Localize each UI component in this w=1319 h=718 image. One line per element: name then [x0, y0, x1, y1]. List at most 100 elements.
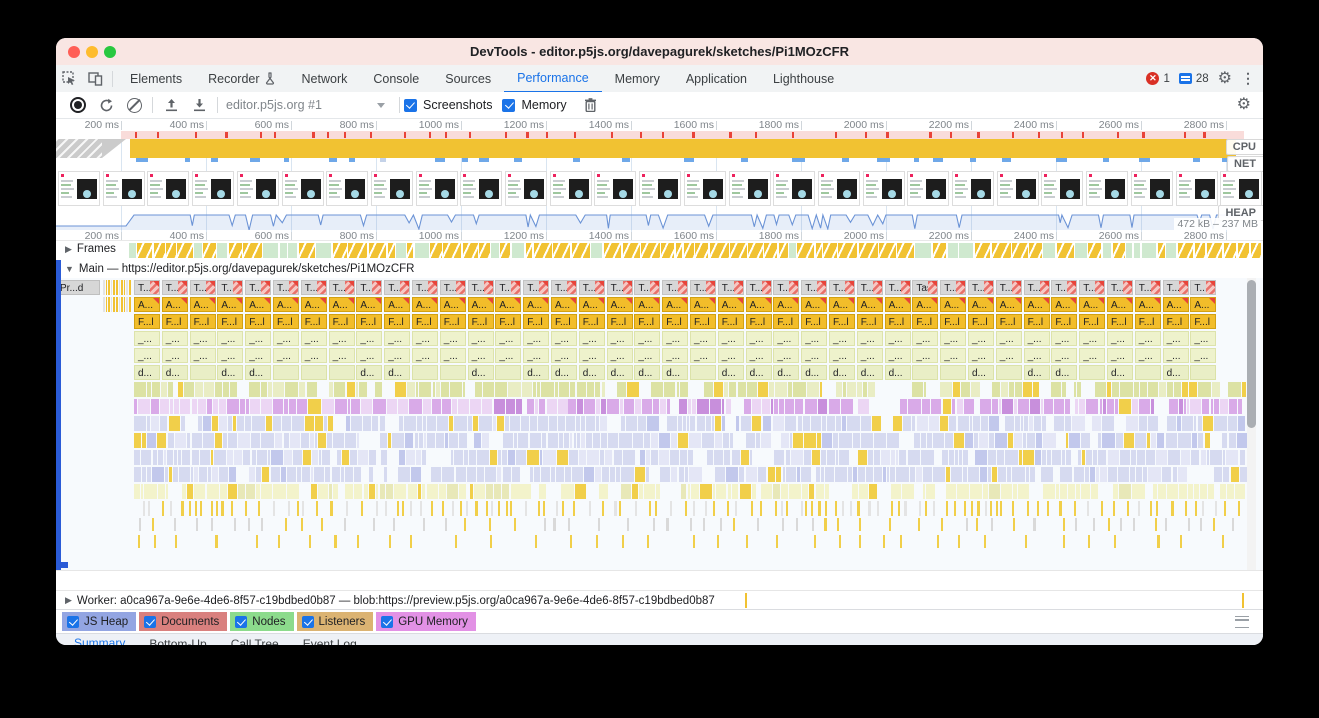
system-call-bar[interactable]	[923, 467, 932, 482]
anonymous-function-bar[interactable]: _...	[1051, 348, 1077, 363]
anonymous-function-bar[interactable]: _...	[1079, 348, 1105, 363]
system-call-bar[interactable]	[821, 467, 824, 482]
system-call-bar[interactable]	[1092, 416, 1101, 431]
system-call-bar[interactable]	[660, 467, 670, 482]
frame-bar-partial[interactable]	[333, 243, 347, 258]
system-call-bar[interactable]	[380, 433, 387, 448]
rasterize-paint-bar[interactable]	[688, 399, 690, 414]
system-call-bar[interactable]	[752, 416, 761, 431]
system-call-bar[interactable]	[912, 416, 916, 431]
capture-settings-gear-icon[interactable]: ⚙	[1237, 97, 1251, 113]
anonymous-function-bar[interactable]: _...	[356, 348, 382, 363]
anonymous-function-bar[interactable]: _...	[329, 348, 355, 363]
system-call-bar[interactable]	[974, 433, 977, 448]
screenshot-thumbnail[interactable]	[1041, 171, 1083, 206]
microtask-bar[interactable]	[824, 518, 826, 531]
anonymous-function-bar[interactable]: _...	[718, 348, 744, 363]
system-call-bar[interactable]	[600, 450, 604, 465]
network-request-bar[interactable]	[435, 158, 445, 162]
timer-fired-bar[interactable]	[926, 484, 935, 499]
system-call-bar[interactable]	[1214, 416, 1227, 431]
function-call-bar[interactable]: F...l	[885, 314, 911, 329]
microtask-bar[interactable]	[1188, 518, 1190, 531]
system-call-bar[interactable]	[1178, 433, 1191, 448]
js-call-bar[interactable]	[1212, 382, 1220, 397]
js-call-bar[interactable]	[1062, 382, 1066, 397]
system-call-bar[interactable]	[836, 450, 838, 465]
anonymous-function-bar[interactable]: _...	[162, 331, 188, 346]
anonymous-function-bar[interactable]: _...	[301, 331, 327, 346]
system-call-bar[interactable]	[1100, 467, 1106, 482]
system-call-bar[interactable]	[178, 450, 181, 465]
details-tab-call-tree[interactable]: Call Tree	[219, 632, 291, 645]
js-call-bar[interactable]	[820, 382, 822, 397]
event-dispatch-bar[interactable]	[1222, 535, 1224, 548]
rasterize-paint-bar[interactable]	[1151, 399, 1154, 414]
frame-bar-partial[interactable]	[933, 243, 946, 258]
anonymous-function-bar[interactable]: _...	[523, 348, 549, 363]
js-call-bar[interactable]	[863, 382, 866, 397]
system-call-bar[interactable]	[773, 416, 785, 431]
timer-fired-bar[interactable]	[318, 484, 328, 499]
rasterize-paint-bar[interactable]	[829, 399, 840, 414]
js-call-bar[interactable]	[522, 382, 532, 397]
gc-minor-bar[interactable]	[431, 501, 433, 516]
system-call-bar[interactable]	[192, 450, 200, 465]
event-dispatch-bar[interactable]	[693, 535, 695, 548]
system-call-bar[interactable]	[319, 450, 321, 465]
system-call-bar[interactable]	[726, 467, 738, 482]
rasterize-paint-bar[interactable]	[1103, 399, 1106, 414]
timer-fired-bar[interactable]	[261, 484, 272, 499]
anonymous-function-bar[interactable]: _...	[773, 348, 799, 363]
gc-minor-bar[interactable]	[525, 501, 527, 516]
frame-bar-partial[interactable]	[897, 243, 914, 258]
task-bar[interactable]: T...	[579, 280, 605, 295]
timer-fired-bar[interactable]	[134, 484, 140, 499]
gc-minor-bar[interactable]	[805, 501, 807, 516]
system-call-bar[interactable]	[310, 433, 314, 448]
system-call-bar[interactable]	[208, 467, 212, 482]
system-call-bar[interactable]	[327, 433, 332, 448]
system-call-bar[interactable]	[1131, 450, 1135, 465]
js-call-bar[interactable]	[533, 382, 536, 397]
draw-function-bar[interactable]: d...	[551, 365, 577, 380]
timer-fired-bar[interactable]	[970, 484, 982, 499]
anonymous-function-bar[interactable]: _...	[885, 331, 911, 346]
gc-minor-bar[interactable]	[946, 501, 948, 516]
event-dispatch-bar[interactable]	[175, 535, 177, 548]
system-call-bar[interactable]	[690, 416, 695, 431]
system-call-bar[interactable]	[816, 467, 820, 482]
js-call-bar[interactable]	[1174, 382, 1181, 397]
gc-minor-bar[interactable]	[376, 501, 378, 516]
system-call-bar[interactable]	[1086, 450, 1092, 465]
system-call-bar[interactable]	[219, 416, 227, 431]
system-call-bar[interactable]	[503, 433, 513, 448]
rasterize-paint-bar[interactable]	[1184, 399, 1186, 414]
system-call-bar[interactable]	[785, 416, 796, 431]
rasterize-paint-bar[interactable]	[774, 399, 778, 414]
rasterize-paint-bar[interactable]	[992, 399, 998, 414]
system-call-bar[interactable]	[929, 416, 939, 431]
rasterize-paint-bar[interactable]	[198, 399, 206, 414]
js-call-bar[interactable]	[334, 382, 346, 397]
function-call-bar[interactable]: F...l	[996, 314, 1022, 329]
draw-function-bar[interactable]	[1190, 365, 1216, 380]
system-call-bar[interactable]	[557, 450, 568, 465]
tab-network[interactable]: Network	[289, 66, 361, 92]
timer-fired-bar[interactable]	[781, 484, 788, 499]
gc-minor-bar[interactable]	[727, 501, 729, 516]
function-call-bar[interactable]: F...l	[1190, 314, 1216, 329]
system-call-bar[interactable]	[405, 433, 414, 448]
system-call-bar[interactable]	[419, 433, 423, 448]
startup-activity-bar[interactable]	[116, 280, 118, 295]
js-call-bar[interactable]	[261, 382, 267, 397]
microtask-bar[interactable]	[174, 518, 176, 531]
system-call-bar[interactable]	[776, 467, 781, 482]
anonymous-function-bar[interactable]: _...	[1163, 331, 1189, 346]
system-call-bar[interactable]	[697, 416, 706, 431]
microtask-bar[interactable]	[1133, 518, 1135, 531]
screenshot-thumbnail[interactable]	[952, 171, 994, 206]
gc-minor-bar[interactable]	[1156, 501, 1158, 516]
system-call-bar[interactable]	[980, 467, 987, 482]
system-call-bar[interactable]	[914, 433, 920, 448]
